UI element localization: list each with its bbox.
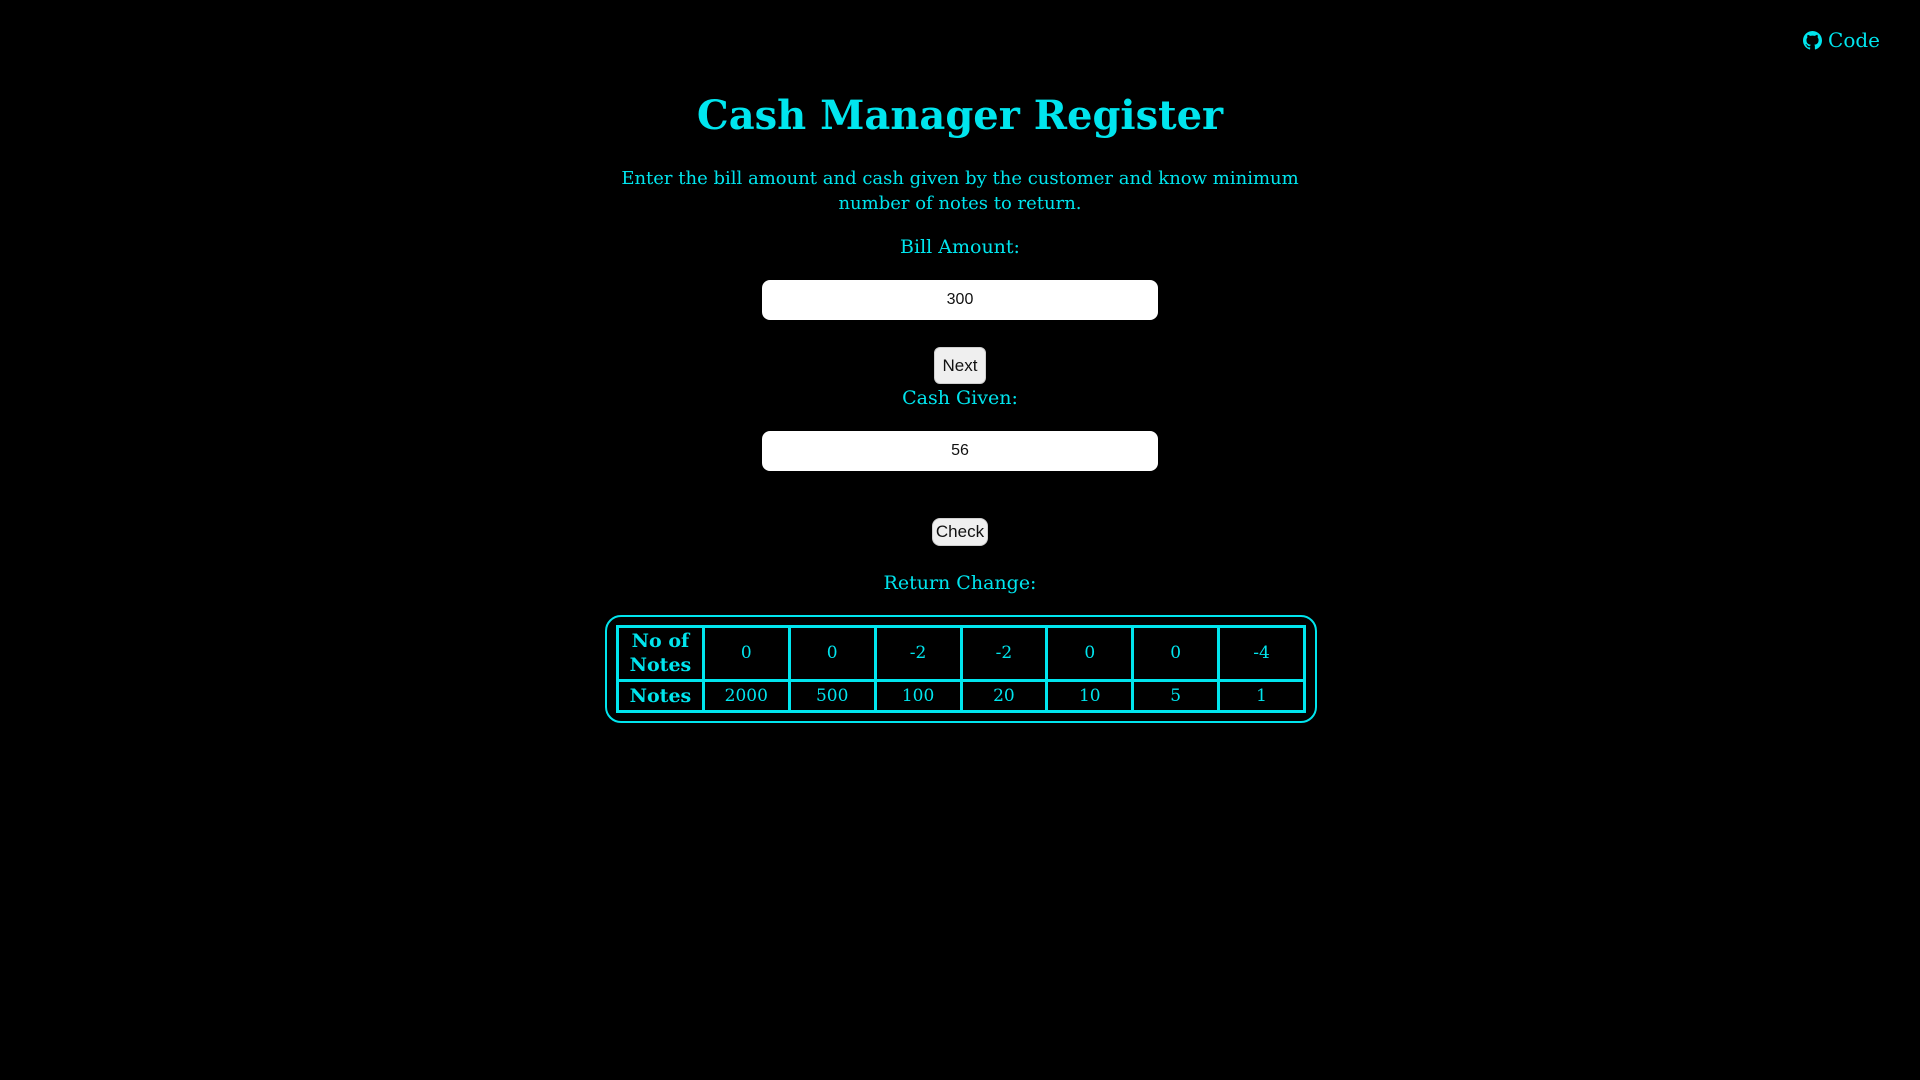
- note-denomination-cell: 5: [1131, 678, 1221, 714]
- note-count-cell: -4: [1217, 625, 1306, 682]
- code-link-label: Code: [1828, 28, 1880, 52]
- code-link[interactable]: Code: [1803, 28, 1880, 52]
- note-count-cell: -2: [959, 625, 1049, 682]
- check-button[interactable]: Check: [932, 518, 988, 546]
- note-count-cell: 0: [1045, 625, 1135, 682]
- table-row-notes: Notes 2000 500 100 20 10 5 1: [616, 678, 1306, 714]
- note-count-cell: -2: [873, 625, 963, 682]
- no-of-notes-header: No of Notes: [616, 625, 705, 682]
- bill-amount-label: Bill Amount:: [900, 236, 1020, 258]
- page-description: Enter the bill amount and cash given by …: [621, 168, 1299, 214]
- return-change-label: Return Change:: [883, 572, 1037, 594]
- note-count-cell: 0: [787, 625, 877, 682]
- page-title: Cash Manager Register: [696, 92, 1224, 139]
- github-icon: [1803, 30, 1823, 50]
- cash-given-input[interactable]: [762, 431, 1158, 471]
- note-denomination-cell: 1: [1217, 678, 1306, 714]
- cash-given-label: Cash Given:: [902, 387, 1018, 409]
- note-denomination-cell: 20: [959, 678, 1049, 714]
- notes-header: Notes: [616, 678, 705, 714]
- note-denomination-cell: 100: [873, 678, 963, 714]
- return-change-table: No of Notes 0 0 -2 -2 0 0 -4 Notes 2000 …: [616, 625, 1306, 714]
- bill-amount-input[interactable]: [762, 280, 1158, 320]
- next-button[interactable]: Next: [934, 347, 986, 384]
- return-change-table-container: No of Notes 0 0 -2 -2 0 0 -4 Notes 2000 …: [605, 615, 1317, 723]
- table-row-count: No of Notes 0 0 -2 -2 0 0 -4: [616, 625, 1306, 682]
- note-denomination-cell: 10: [1045, 678, 1135, 714]
- note-denomination-cell: 2000: [701, 678, 791, 714]
- note-denomination-cell: 500: [787, 678, 877, 714]
- note-count-cell: 0: [1131, 625, 1221, 682]
- note-count-cell: 0: [701, 625, 791, 682]
